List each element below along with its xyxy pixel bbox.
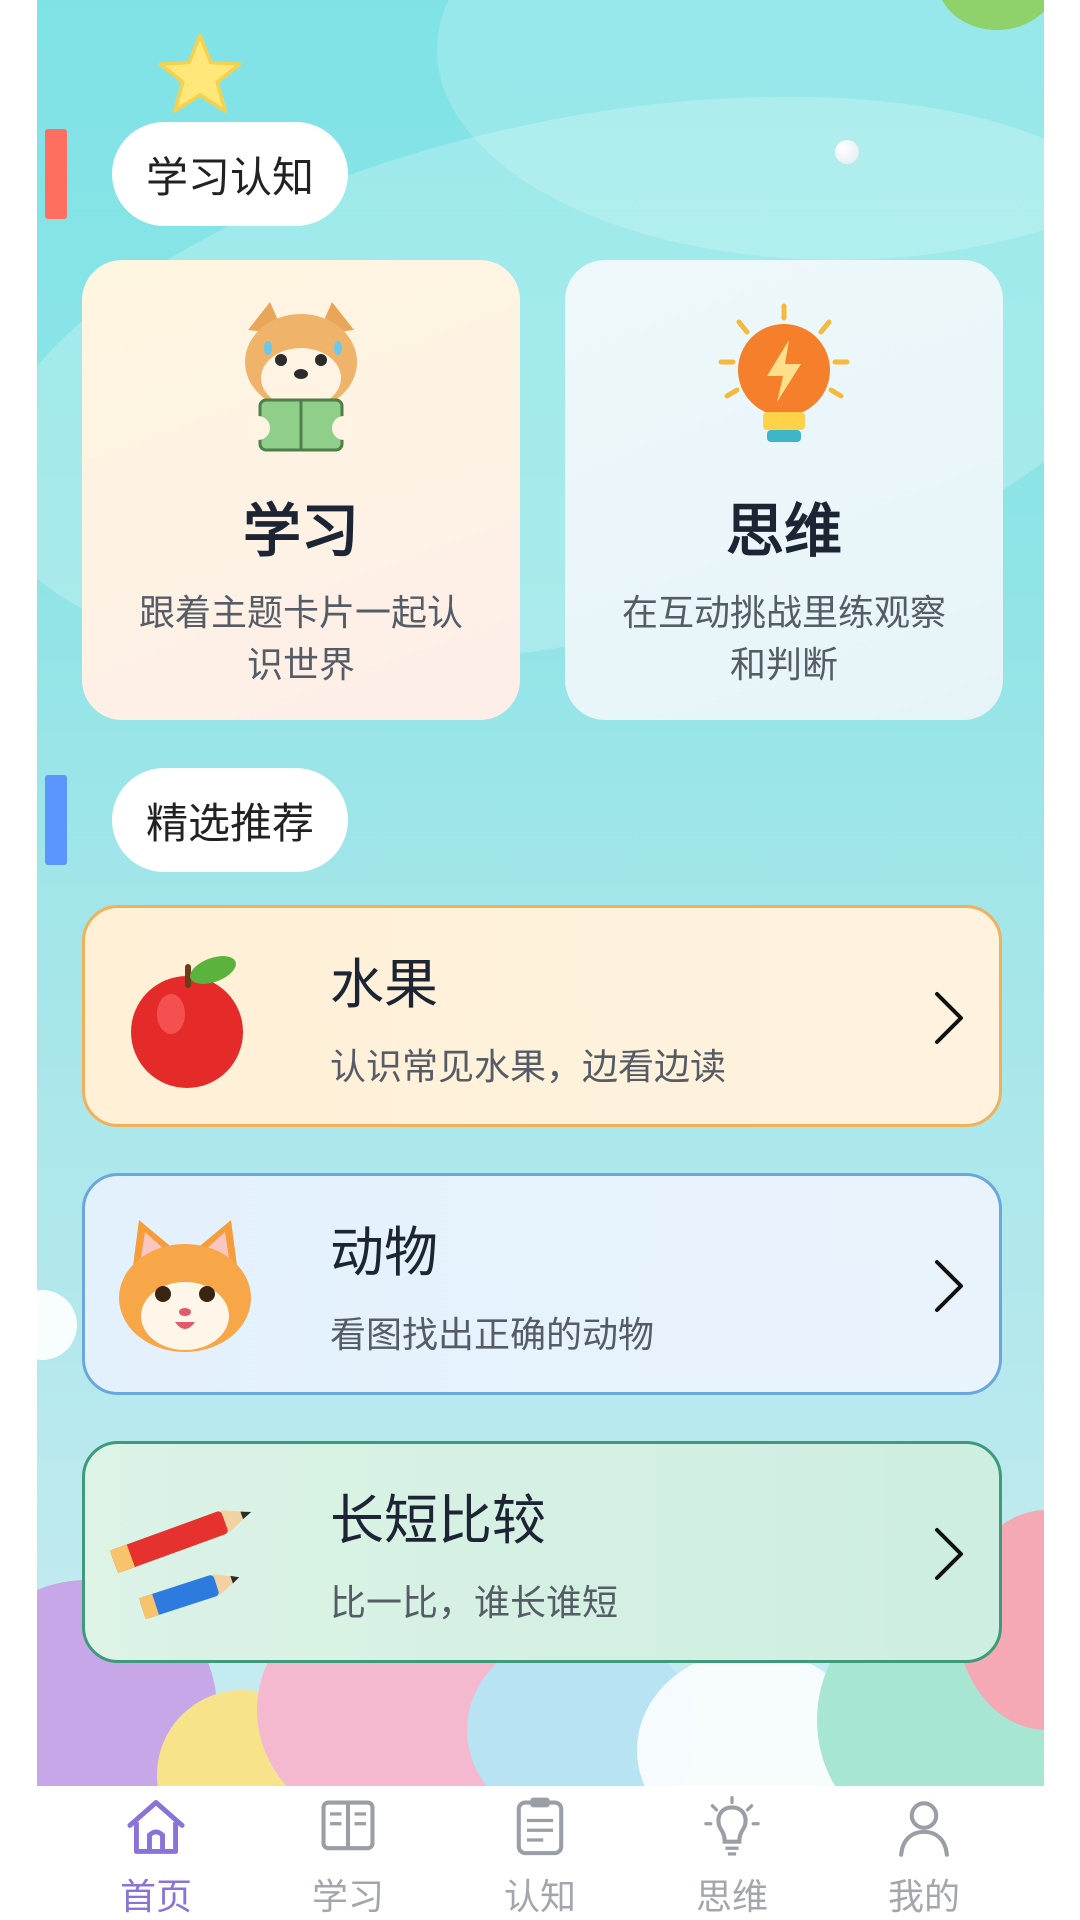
shiba-reading-icon: [245, 302, 357, 452]
tab-learning[interactable]: 学习: [278, 1786, 418, 1920]
section-header-learning: 学习认知: [45, 122, 349, 226]
tab-label: 首页: [119, 1877, 192, 1918]
rec-desc: 认识常见水果，边看边读: [330, 1047, 727, 1088]
lightbulb-icon: [704, 1796, 760, 1856]
bottom-tab-bar: 首页 学习 认知 思维 我的: [0, 1786, 1080, 1920]
star-icon: [158, 33, 242, 113]
chevron-right-icon: [935, 1528, 963, 1580]
rec-title: 水果: [330, 953, 438, 1016]
rec-desc: 比一比，谁长谁短: [330, 1583, 619, 1624]
rec-title: 动物: [330, 1221, 438, 1284]
tab-label: 学习: [311, 1877, 384, 1918]
book-icon: [321, 1800, 375, 1851]
rec-title: 长短比较: [330, 1489, 546, 1552]
section-accent-bar: [45, 129, 67, 219]
pearl-decoration: [835, 140, 859, 164]
tab-cognition[interactable]: 认知: [470, 1786, 610, 1920]
cat-icon: [119, 1220, 251, 1352]
rec-card-length[interactable]: 长短比较 比一比，谁长谁短: [82, 1441, 1002, 1663]
thinking-card-desc: 在互动挑战里练观察和判断: [621, 593, 946, 686]
home-icon: [127, 1800, 185, 1854]
learning-card-title: 学习: [242, 497, 359, 565]
tab-label: 认知: [503, 1877, 576, 1918]
section-title: 精选推荐: [112, 768, 349, 872]
thinking-card[interactable]: 思维 在互动挑战里练观察和判断: [565, 260, 1003, 720]
learning-card-desc: 跟着主题卡片一起认识世界: [138, 593, 463, 686]
rec-card-fruit[interactable]: 水果 认识常见水果，边看边读: [82, 905, 1002, 1127]
apple-icon: [131, 956, 243, 1088]
tab-profile[interactable]: 我的: [854, 1786, 994, 1920]
thinking-card-title: 思维: [725, 497, 842, 565]
tab-label: 我的: [887, 1877, 960, 1918]
tab-home[interactable]: 首页: [86, 1786, 226, 1920]
section-header-featured: 精选推荐: [45, 768, 349, 872]
section-accent-bar: [45, 775, 67, 865]
tab-label: 思维: [695, 1877, 768, 1918]
section-title: 学习认知: [112, 122, 349, 226]
rec-card-animal[interactable]: 动物 看图找出正确的动物: [82, 1173, 1002, 1395]
rec-desc: 看图找出正确的动物: [330, 1315, 655, 1356]
clipboard-icon: [516, 1797, 564, 1856]
chevron-right-icon: [935, 1260, 963, 1312]
lightbulb-icon: [718, 303, 850, 442]
pencils-icon: [109, 1510, 252, 1620]
tab-thinking[interactable]: 思维: [662, 1786, 802, 1920]
profile-icon: [899, 1801, 949, 1857]
chevron-right-icon: [935, 992, 963, 1044]
learning-card[interactable]: 学习 跟着主题卡片一起认识世界: [82, 260, 520, 720]
